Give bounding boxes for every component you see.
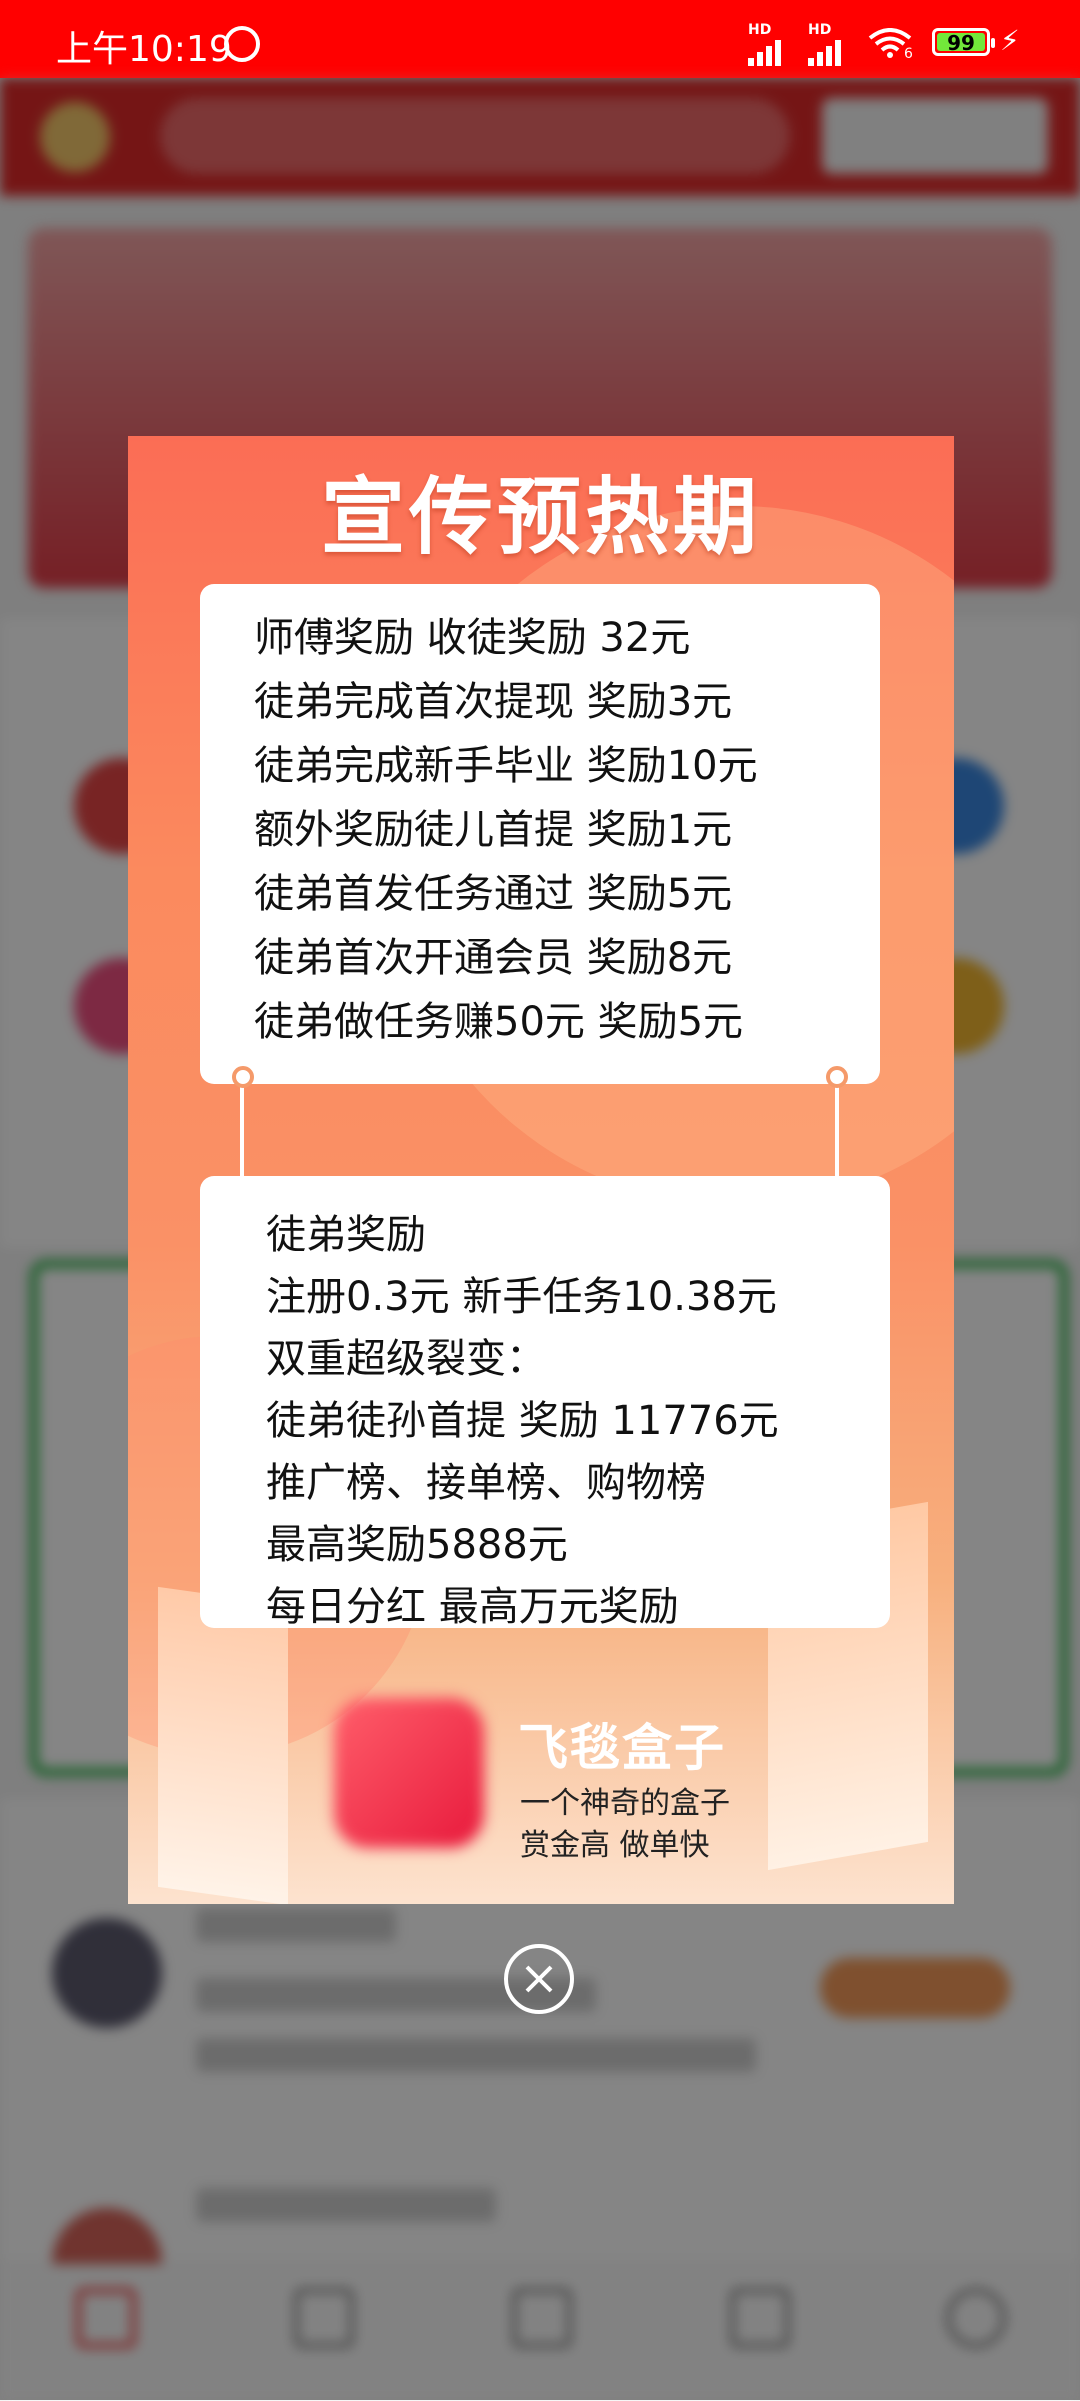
reward-line: 徒弟首发任务通过 奖励5元 [254, 871, 733, 917]
popup-title: 宣传预热期 [320, 468, 761, 566]
sim2-label: HD [808, 22, 832, 38]
brand-logo [334, 1698, 484, 1848]
wifi-label: 6 [904, 46, 913, 62]
brand-name: 飞毯盒子 [518, 1719, 726, 1777]
status-time: 上午10:19 [56, 29, 232, 70]
reward-line: 额外奖励徒儿首提 奖励1元 [254, 807, 733, 853]
reward-line: 双重超级裂变： [266, 1336, 546, 1382]
alarm-icon [224, 26, 260, 62]
charging-icon: ⚡ [1000, 24, 1020, 57]
panel-string [240, 1076, 244, 1186]
status-bar: 上午10:19 HD HD 6 99 ⚡ [0, 0, 1080, 78]
panel-string [835, 1076, 839, 1186]
reward-line: 徒弟徒孙首提 奖励 11776元 [266, 1398, 779, 1444]
signal-1-icon: HD [748, 22, 781, 66]
master-rewards-panel: 师傅奖励 收徒奖励 32元 徒弟完成首次提现 奖励3元 徒弟完成新手毕业 奖励1… [200, 584, 880, 1084]
reward-line: 徒弟奖励 [266, 1212, 426, 1258]
reward-line: 徒弟完成新手毕业 奖励10元 [254, 743, 758, 789]
reward-line: 每日分红 最高万元奖励 [266, 1584, 679, 1630]
battery-icon: 99 [932, 28, 995, 56]
close-popup-button[interactable] [504, 1944, 574, 2014]
brand-tagline: 一个神奇的盒子 [520, 1786, 730, 1821]
panel-pin [232, 1066, 254, 1088]
reward-line: 师傅奖励 收徒奖励 32元 [254, 615, 691, 661]
panel-pin [826, 1066, 848, 1088]
reward-line: 注册0.3元 新手任务10.38元 [266, 1274, 777, 1320]
signal-2-icon: HD [808, 22, 841, 66]
apprentice-rewards-panel: 徒弟奖励 注册0.3元 新手任务10.38元 双重超级裂变： 徒弟徒孙首提 奖励… [200, 1176, 890, 1630]
brand-slogan: 赏金高 做单快 [520, 1828, 710, 1863]
reward-line: 徒弟做任务赚50元 奖励5元 [254, 999, 744, 1045]
promo-popup[interactable]: 宣传预热期 师傅奖励 收徒奖励 32元 徒弟完成首次提现 奖励3元 徒弟完成新手… [128, 436, 954, 1904]
reward-line: 最高奖励5888元 [266, 1522, 568, 1568]
reward-line: 推广榜、接单榜、购物榜 [266, 1460, 706, 1506]
reward-line: 徒弟完成首次提现 奖励3元 [254, 679, 733, 725]
battery-level: 99 [937, 33, 985, 53]
reward-line: 徒弟首次开通会员 奖励8元 [254, 935, 733, 981]
sim1-label: HD [748, 22, 772, 38]
